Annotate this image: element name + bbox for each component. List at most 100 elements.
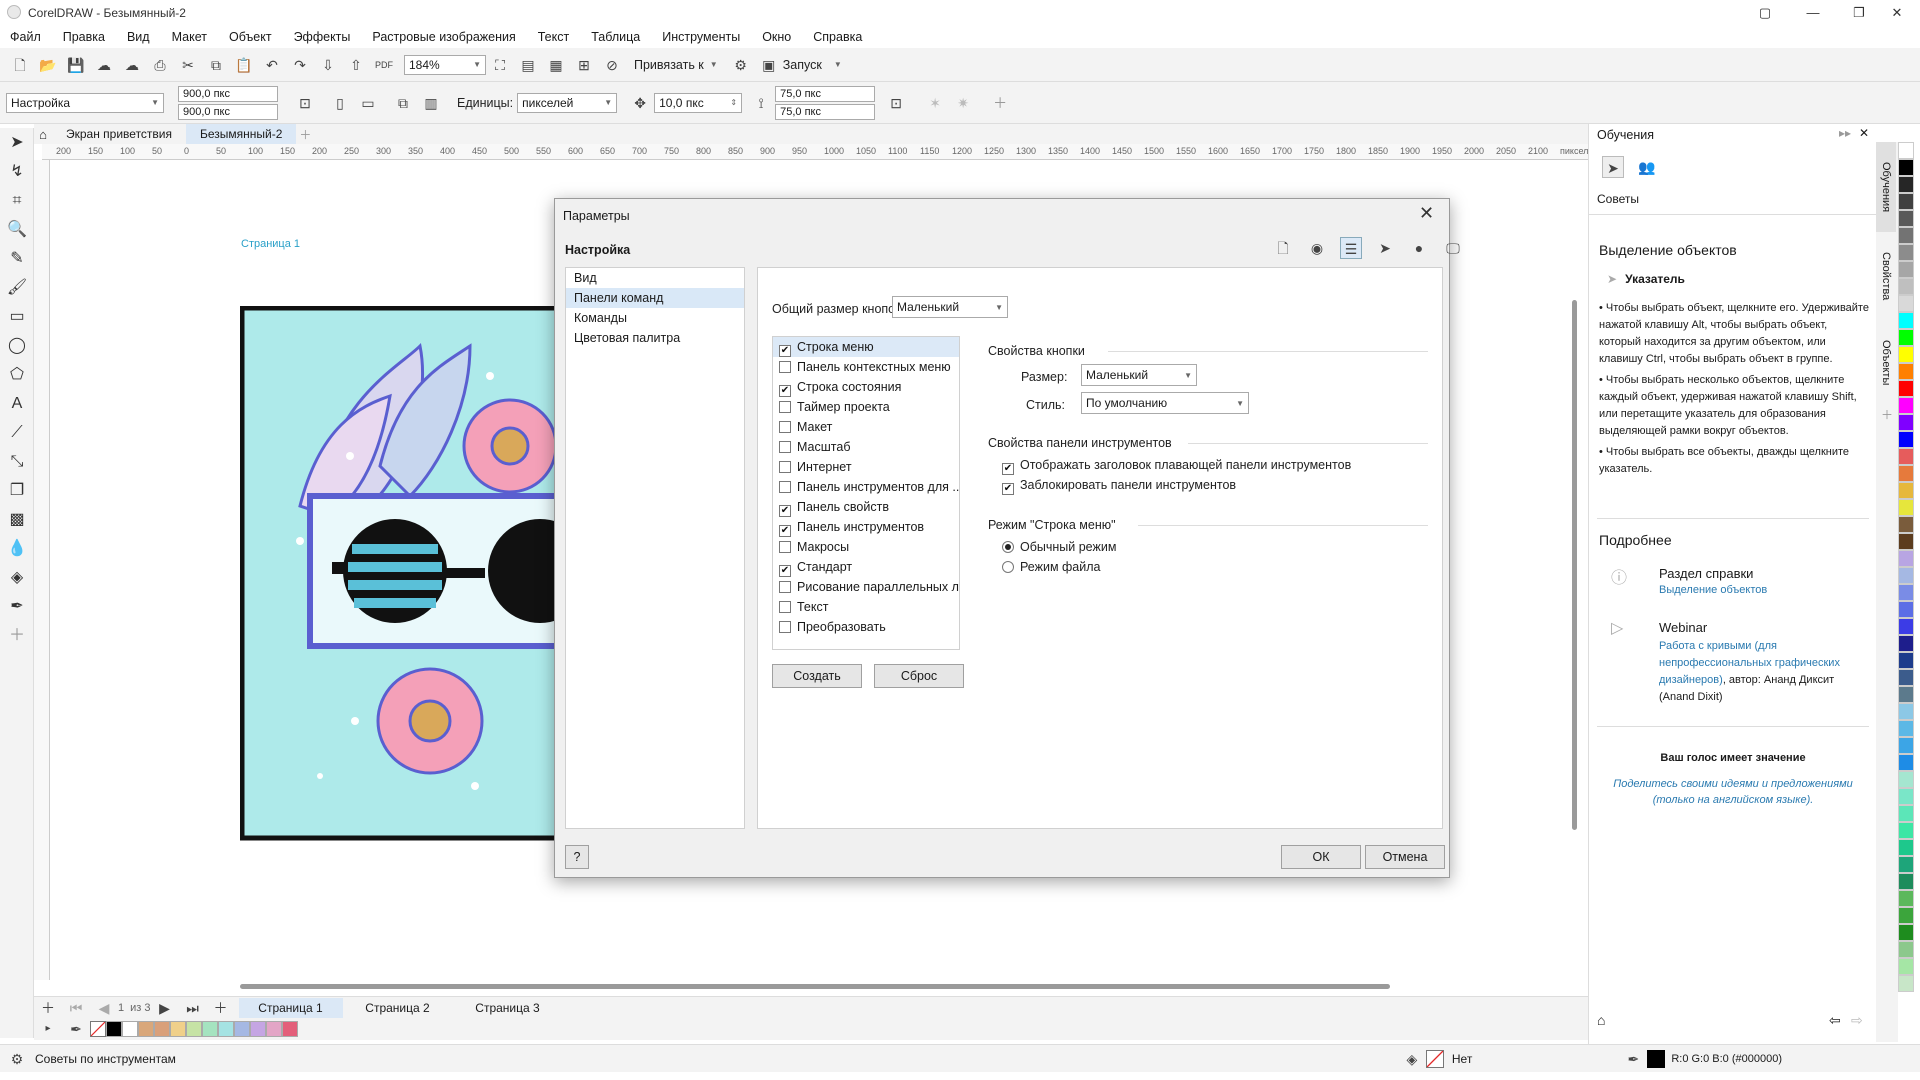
transparency-tool-icon[interactable]: ▩ [0, 505, 34, 534]
nav-item-command-bars[interactable]: Панели команд [566, 288, 744, 308]
checkbox[interactable] [779, 361, 791, 373]
toolbar-list-item[interactable]: ✔ Строка состояния [773, 377, 959, 397]
palette-swatch[interactable] [1898, 788, 1914, 805]
paste-icon[interactable]: 📋 [233, 54, 255, 76]
page-bleed-icon[interactable]: ▥ [420, 92, 442, 114]
page-layout-icon[interactable]: ⧉ [392, 92, 414, 114]
vertical-scrollbar[interactable] [1572, 300, 1577, 830]
grid-icon[interactable]: ▦ [545, 54, 567, 76]
toolbar-list-item[interactable]: ✔ Панель инструментов [773, 517, 959, 537]
docker-tab-objects[interactable]: Объекты [1876, 320, 1896, 405]
toolbar-list-item[interactable]: Текст [773, 597, 959, 617]
parallel-dimension-icon[interactable]: ⟋ [0, 418, 34, 447]
page-tab-2[interactable]: Страница 2 [343, 998, 453, 1018]
nudge-input[interactable]: 10,0 пкс ⇕ [654, 92, 743, 113]
add-page-icon[interactable]: ＋ [37, 997, 59, 1019]
menu-file[interactable]: Файл [10, 30, 41, 44]
document-icon[interactable]: 🗋 [1272, 237, 1294, 259]
chevron-down-icon[interactable]: ▼ [834, 60, 842, 69]
checkbox[interactable]: ✔ [779, 385, 791, 397]
document-swatch[interactable] [202, 1021, 218, 1037]
ellipse-tool-icon[interactable]: ◯ [0, 331, 34, 360]
pdf-icon[interactable]: PDF [373, 54, 395, 76]
document-swatch[interactable] [138, 1021, 154, 1037]
polygon-tool-icon[interactable]: ⬠ [0, 360, 34, 389]
freehand-tool-icon[interactable]: ✎ [0, 244, 34, 273]
palette-swatch[interactable] [1898, 924, 1914, 941]
page-tab-1[interactable]: Страница 1 [238, 997, 343, 1018]
guidelines-icon[interactable]: ⊞ [573, 54, 595, 76]
minimize-button[interactable]: — [1790, 0, 1836, 26]
toolbar-list-item[interactable]: ✔ Строка меню [773, 337, 959, 357]
palette-swatch[interactable] [1898, 227, 1914, 244]
add-docker-icon[interactable]: ＋ [1876, 406, 1898, 423]
close-button[interactable]: ✕ [1874, 0, 1920, 26]
palette-swatch[interactable] [1898, 465, 1914, 482]
palette-swatch[interactable] [1898, 839, 1914, 856]
palette-swatch[interactable] [1898, 414, 1914, 431]
home-icon[interactable]: ⌂ [1597, 1012, 1605, 1028]
nav-item-view[interactable]: Вид [566, 268, 744, 288]
palette-swatch[interactable] [1898, 805, 1914, 822]
palette-swatch[interactable] [1898, 533, 1914, 550]
launch-dropdown[interactable]: Запуск [783, 58, 822, 72]
toolbar-list-item[interactable]: Панель контекстных меню [773, 357, 959, 377]
artwork[interactable] [240, 306, 590, 842]
checkbox[interactable]: ✔ [779, 345, 791, 357]
gear-icon[interactable]: ⚙ [6, 1048, 28, 1070]
close-icon[interactable]: ✕ [1859, 126, 1869, 140]
palette-swatch[interactable] [1898, 754, 1914, 771]
toolbar-list-item[interactable]: Макет [773, 417, 959, 437]
document-swatch[interactable] [234, 1021, 250, 1037]
add-icon[interactable]: ＋ [989, 92, 1011, 114]
tab-welcome[interactable]: Экран приветствия [52, 124, 186, 144]
palette-swatch[interactable] [1898, 499, 1914, 516]
menu-window[interactable]: Окно [762, 30, 791, 44]
duplicate-y-input[interactable]: 75,0 пкс [775, 103, 876, 120]
ok-button[interactable]: ОК [1281, 845, 1361, 869]
checkbox[interactable] [779, 621, 791, 633]
palette-swatch[interactable] [1898, 397, 1914, 414]
menu-object[interactable]: Объект [229, 30, 272, 44]
crop-tool-icon[interactable]: ⌗ [0, 186, 34, 215]
fill-swatch[interactable] [1425, 1049, 1444, 1068]
menu-table[interactable]: Таблица [591, 30, 640, 44]
palette-swatch[interactable] [1898, 346, 1914, 363]
pick-tool-icon[interactable]: ➤ [0, 128, 34, 157]
palette-swatch[interactable] [1898, 856, 1914, 873]
palette-swatch[interactable] [1898, 193, 1914, 210]
feedback-link[interactable]: Поделитесь своими идеями и предложениями… [1609, 776, 1857, 808]
cloud-upload-icon[interactable]: ☁ [93, 54, 115, 76]
reset-button[interactable]: Сброс [874, 664, 964, 688]
palette-swatch[interactable] [1898, 261, 1914, 278]
toolbar-list-item[interactable]: Масштаб [773, 437, 959, 457]
last-page-icon[interactable]: ⏭ [182, 997, 204, 1019]
horizontal-scrollbar[interactable] [240, 984, 1390, 989]
tab-document[interactable]: Безымянный-2 [186, 124, 297, 144]
palette-swatch[interactable] [1898, 159, 1914, 176]
palette-swatch[interactable] [1898, 448, 1914, 465]
units-select[interactable]: пикселей ▼ [517, 92, 618, 113]
page-tab-3[interactable]: Страница 3 [453, 998, 563, 1018]
palette-swatch[interactable] [1898, 176, 1914, 193]
menu-edit[interactable]: Правка [63, 30, 105, 44]
back-icon[interactable]: ⇦ [1829, 1012, 1841, 1029]
document-swatch[interactable] [186, 1021, 202, 1037]
no-color-swatch[interactable] [90, 1021, 106, 1037]
fullscreen-icon[interactable]: ⛶ [489, 54, 511, 76]
add-page-after-icon[interactable]: ＋ [210, 997, 232, 1019]
landscape-icon[interactable]: ▭ [357, 92, 379, 114]
all-pages-icon[interactable]: ⊡ [294, 92, 316, 114]
snap-to-dropdown[interactable]: Привязать к [634, 58, 704, 72]
palette-swatch[interactable] [1898, 601, 1914, 618]
toolbar-list-item[interactable]: Макросы [773, 537, 959, 557]
file-mode-radio[interactable]: Режим файла [1002, 560, 1100, 574]
checkbox[interactable] [779, 541, 791, 553]
checkbox[interactable]: ✔ [779, 525, 791, 537]
restore-icon[interactable]: ▢ [1742, 0, 1788, 26]
convert-outline-icon[interactable]: ✷ [952, 92, 974, 114]
docker-tab-properties[interactable]: Свойства [1876, 232, 1896, 320]
page-width-input[interactable]: 900,0 пкс [178, 85, 278, 102]
toolbar-list-item[interactable]: Панель инструментов для ... [773, 477, 959, 497]
lock-toolbars-checkbox[interactable]: ✔ Заблокировать панели инструментов [1002, 478, 1236, 495]
